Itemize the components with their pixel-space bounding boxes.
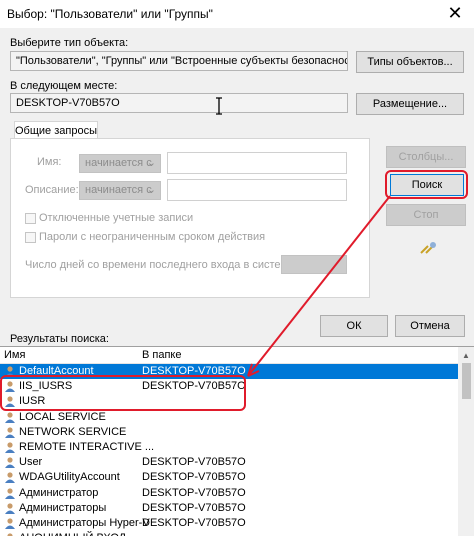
select-users-dialog: Выбор: "Пользователи" или "Группы" ✕ Выб… — [0, 0, 474, 536]
annotation-arrow — [247, 195, 391, 377]
